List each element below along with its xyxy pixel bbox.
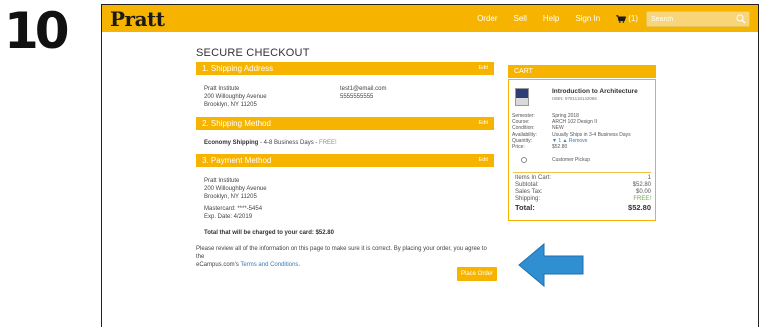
tax-label: Sales Tax: bbox=[515, 189, 543, 195]
value-availability: Usually Ships in 3-4 Business Days bbox=[552, 131, 631, 138]
review-notice: Please review all of the information on … bbox=[196, 245, 496, 269]
left-arrow-icon bbox=[513, 236, 587, 294]
payment-method-header: 3. Payment Method Edit bbox=[196, 154, 494, 167]
items-row: Items In Cart: 1 bbox=[515, 175, 651, 182]
top-nav-bar: Pratt Order Sell Help Sign In (1) bbox=[102, 5, 758, 32]
nav-help[interactable]: Help bbox=[543, 14, 559, 23]
total-row: Total: $52.80 bbox=[515, 203, 651, 212]
billing-street: 200 Willoughby Avenue bbox=[204, 186, 267, 192]
nav-links: Order Sell Help Sign In (1) bbox=[477, 5, 638, 32]
shipping-email: test1@email.com bbox=[340, 86, 387, 92]
terms-link[interactable]: Terms and Conditions bbox=[240, 262, 298, 268]
cart-header: CART bbox=[508, 65, 656, 78]
nav-cart[interactable]: (1) bbox=[616, 14, 638, 23]
label-availability: Availability: bbox=[512, 131, 537, 138]
payment-method-edit-link[interactable]: Edit bbox=[479, 157, 488, 163]
review-text: Please review all of the information on … bbox=[196, 246, 487, 260]
product-isbn: ISBN: 9781118142066 bbox=[552, 96, 597, 101]
subtotal-value: $52.80 bbox=[632, 182, 651, 188]
total-value: $52.80 bbox=[628, 203, 651, 212]
shipping-method-price: FREE! bbox=[319, 140, 337, 146]
shipping-address-header: 1. Shipping Address Edit bbox=[196, 62, 494, 75]
review-text-2: eCampus.com's bbox=[196, 262, 241, 268]
customer-pickup-label: Customer Pickup bbox=[552, 157, 591, 163]
shipping-value: FREE! bbox=[633, 196, 651, 202]
nav-order[interactable]: Order bbox=[477, 14, 497, 23]
shipping-method-edit-link[interactable]: Edit bbox=[479, 120, 488, 126]
tax-row: Sales Tax: $0.00 bbox=[515, 189, 651, 196]
subtotal-label: Subtotal: bbox=[515, 182, 539, 188]
review-end: . bbox=[298, 262, 301, 268]
tax-value: $0.00 bbox=[635, 189, 651, 195]
cart-divider bbox=[513, 172, 651, 173]
card-block: Mastercard: ****-5454 Exp. Date: 4/2019 bbox=[204, 205, 262, 221]
label-price: Price: bbox=[512, 144, 525, 151]
shipping-phone: 5555555555 bbox=[340, 94, 374, 100]
shipping-street: 200 Willoughby Avenue bbox=[204, 94, 267, 100]
shipping-method-header: 2. Shipping Method Edit bbox=[196, 117, 494, 130]
search-input[interactable] bbox=[646, 11, 750, 27]
shipping-method-line: Economy Shipping - 4-8 Business Days - F… bbox=[204, 139, 337, 147]
browser-frame: Pratt Order Sell Help Sign In (1) SECURE… bbox=[101, 4, 759, 327]
shipping-label: Shipping: bbox=[515, 196, 541, 202]
shipping-name: Pratt Institute bbox=[204, 86, 240, 92]
nav-sign-in[interactable]: Sign In bbox=[575, 14, 600, 23]
cart-count: (1) bbox=[628, 14, 638, 23]
shipping-address-block: Pratt Institute 200 Willoughby Avenue Br… bbox=[204, 85, 267, 109]
shipping-address-heading: 1. Shipping Address bbox=[202, 64, 274, 73]
page-title: SECURE CHECKOUT bbox=[196, 47, 310, 59]
cart-totals: Items In Cart: 1 Subtotal: $52.80 Sales Ta… bbox=[515, 175, 651, 212]
search-icon[interactable] bbox=[736, 14, 746, 24]
cart-panel: Introduction to Architecture ISBN: 97811… bbox=[508, 79, 656, 221]
shipping-method-heading: 2. Shipping Method bbox=[202, 119, 271, 128]
product-detail-labels: Semester: Course: Condition: Availabilit… bbox=[512, 113, 537, 150]
book-thumbnail[interactable] bbox=[515, 88, 529, 106]
billing-name: Pratt Institute bbox=[204, 178, 240, 184]
shipping-method-detail: - 4-8 Business Days - bbox=[258, 140, 320, 146]
subtotal-row: Subtotal: $52.80 bbox=[515, 182, 651, 189]
shipping-city: Brooklyn, NY 11205 bbox=[204, 102, 257, 108]
billing-address-block: Pratt Institute 200 Willoughby Avenue Br… bbox=[204, 177, 267, 201]
billing-city: Brooklyn, NY 11205 bbox=[204, 194, 257, 200]
items-label: Items In Cart: bbox=[515, 175, 552, 181]
shipping-address-edit-link[interactable]: Edit bbox=[479, 65, 488, 71]
total-label: Total: bbox=[515, 203, 535, 212]
place-order-button[interactable]: Place Order bbox=[457, 267, 497, 281]
customer-pickup-radio[interactable] bbox=[521, 157, 527, 163]
items-value: 1 bbox=[647, 175, 651, 181]
product-title[interactable]: Introduction to Architecture bbox=[552, 88, 638, 95]
step-number: 10 bbox=[4, 2, 70, 60]
nav-sell[interactable]: Sell bbox=[514, 14, 527, 23]
card-number: Mastercard: ****-5454 bbox=[204, 206, 263, 212]
label-condition: Condition: bbox=[512, 125, 535, 132]
cart-icon bbox=[616, 14, 627, 23]
card-expiry: Exp. Date: 4/2019 bbox=[204, 214, 253, 220]
shipping-method-name: Economy Shipping bbox=[204, 140, 259, 146]
payment-method-heading: 3. Payment Method bbox=[202, 156, 272, 165]
shipping-contact-block: test1@email.com 5555555555 bbox=[340, 85, 386, 101]
product-detail-values: Spring 2018 ARCH 102 Design II NEW Usual… bbox=[552, 113, 631, 150]
pratt-logo[interactable]: Pratt bbox=[110, 7, 165, 31]
value-price: $52.80 bbox=[552, 144, 568, 151]
shipping-row: Shipping: FREE! bbox=[515, 196, 651, 203]
charge-total: Total that will be charged to your card:… bbox=[204, 230, 334, 236]
